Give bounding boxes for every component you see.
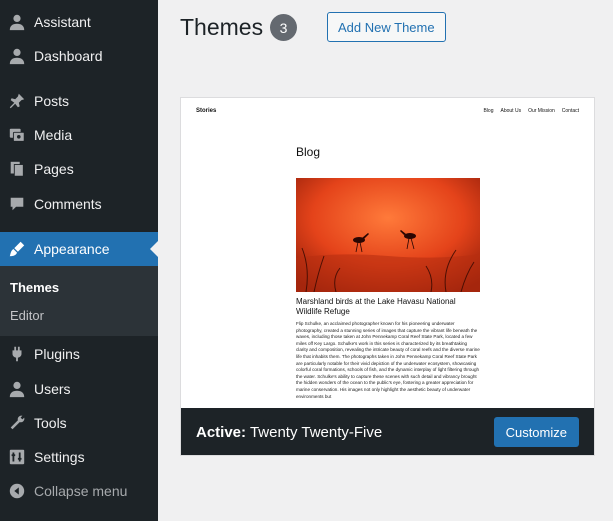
collapse-menu-button[interactable]: Collapse menu	[0, 474, 158, 508]
menu-item-dashboard[interactable]: Dashboard	[0, 39, 158, 73]
comment-icon	[0, 195, 34, 213]
menu-item-posts[interactable]: Posts	[0, 84, 158, 118]
submenu-themes[interactable]: Themes	[10, 280, 59, 295]
preview-nav-item: About Us	[500, 108, 522, 114]
preview-nav: Blog About Us Our Mission Contact	[483, 108, 579, 114]
add-new-theme-button[interactable]: Add New Theme	[327, 12, 446, 42]
theme-screenshot[interactable]: Stories Blog About Us Our Mission Contac…	[181, 98, 594, 408]
menu-item-plugins[interactable]: Plugins	[0, 337, 158, 371]
collapse-label: Collapse menu	[34, 483, 128, 499]
preview-post-title: Marshland birds at the Lake Havasu Natio…	[296, 297, 456, 316]
menu-item-pages[interactable]: Pages	[0, 152, 158, 186]
menu-label: Media	[34, 127, 73, 143]
menu-label: Tools	[34, 415, 67, 431]
menu-item-users[interactable]: Users	[0, 372, 158, 406]
users-icon	[0, 380, 34, 398]
submenu-editor[interactable]: Editor	[10, 308, 44, 323]
admin-sidebar: Assistant Dashboard Posts Media Pages Co…	[0, 0, 158, 521]
plugin-icon	[0, 345, 34, 363]
preview-nav-item: Our Mission	[528, 108, 555, 114]
theme-count-badge: 3	[270, 14, 297, 41]
preview-site-title: Stories	[196, 108, 217, 114]
appearance-submenu: Themes Editor	[0, 266, 158, 336]
menu-label: Assistant	[34, 14, 91, 30]
menu-item-tools[interactable]: Tools	[0, 406, 158, 440]
menu-item-appearance[interactable]: Appearance	[0, 232, 158, 266]
menu-label: Pages	[34, 161, 74, 177]
menu-item-media[interactable]: Media	[0, 118, 158, 152]
preview-heading: Blog	[296, 145, 321, 159]
active-theme-name: Twenty Twenty-Five	[249, 423, 383, 441]
menu-item-assistant[interactable]: Assistant	[0, 5, 158, 39]
menu-label: Dashboard	[34, 48, 103, 64]
pages-icon	[0, 160, 34, 178]
preview-post-body: Flip Schulke, an acclaimed photographer …	[296, 321, 480, 399]
menu-label: Appearance	[34, 241, 110, 257]
active-theme-label: Active: Twenty Twenty-Five	[196, 424, 382, 441]
media-icon	[0, 126, 34, 144]
menu-label: Comments	[34, 196, 102, 212]
preview-nav-item: Contact	[561, 108, 579, 114]
menu-label: Settings	[34, 449, 85, 465]
menu-label: Users	[34, 381, 71, 397]
wrench-icon	[0, 414, 34, 432]
theme-card-footer: Active: Twenty Twenty-Five Customize	[181, 408, 594, 455]
menu-item-comments[interactable]: Comments	[0, 187, 158, 221]
pin-icon	[0, 92, 34, 110]
collapse-icon	[0, 482, 34, 500]
preview-nav-item: Blog	[483, 108, 494, 114]
dashboard-icon	[0, 47, 34, 65]
menu-label: Posts	[34, 93, 70, 109]
active-prefix: Active:	[196, 423, 247, 441]
page-title: Themes	[180, 14, 264, 40]
brush-icon	[0, 240, 34, 258]
user-icon	[0, 13, 34, 31]
preview-featured-image	[296, 178, 480, 292]
menu-item-settings[interactable]: Settings	[0, 440, 158, 474]
active-theme-card[interactable]: Stories Blog About Us Our Mission Contac…	[180, 97, 595, 456]
customize-button[interactable]: Customize	[493, 417, 579, 447]
settings-icon	[0, 448, 34, 466]
menu-label: Plugins	[34, 346, 80, 362]
